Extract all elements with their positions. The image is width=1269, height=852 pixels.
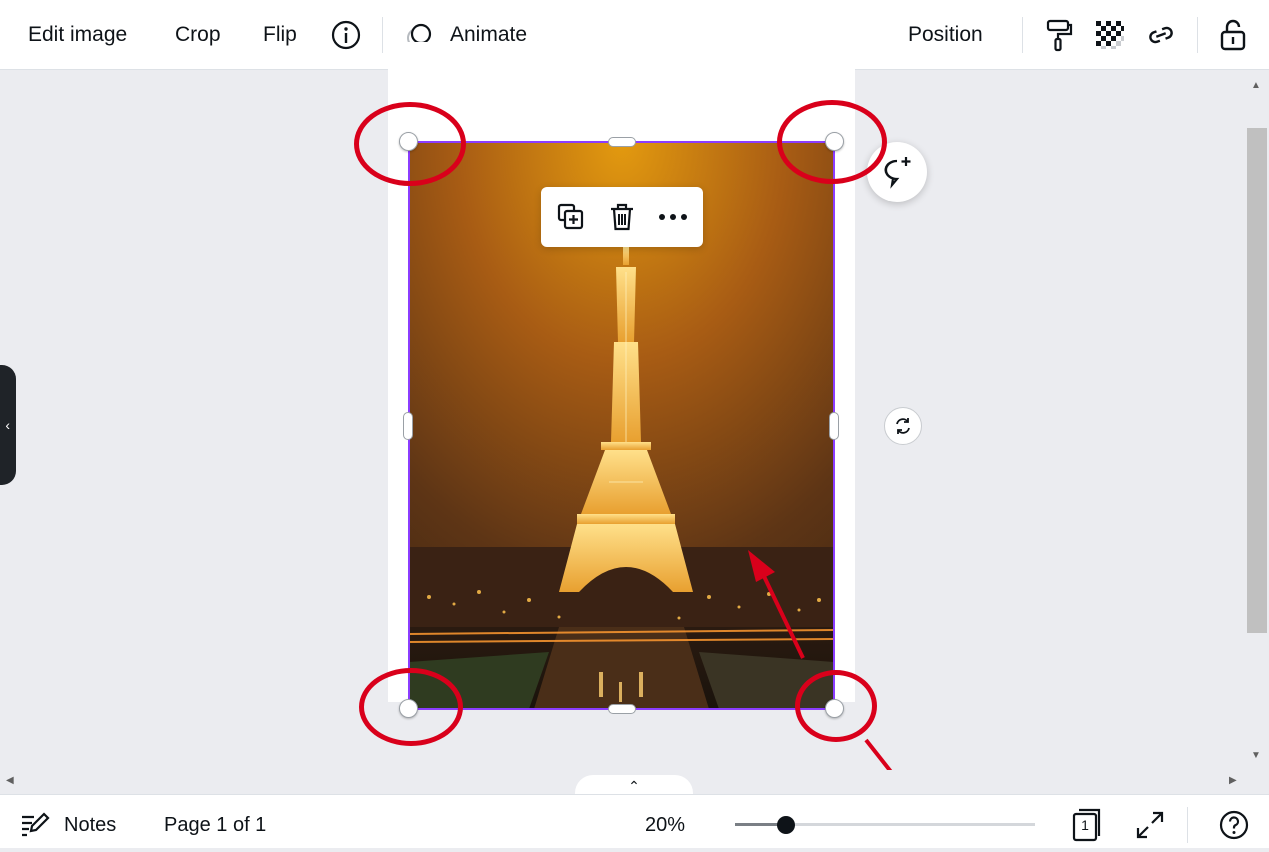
resize-handle-bottom[interactable]	[608, 704, 636, 714]
vertical-scroll-thumb[interactable]	[1247, 128, 1267, 633]
scroll-right-icon[interactable]: ▶	[1229, 775, 1237, 786]
more-icon[interactable]	[653, 197, 693, 237]
rotate-icon[interactable]	[884, 407, 922, 445]
resize-handle-bottom-left[interactable]	[399, 699, 418, 718]
paint-roller-icon[interactable]	[1038, 15, 1078, 55]
scroll-down-icon[interactable]: ▼	[1251, 750, 1261, 761]
edit-image-button[interactable]: Edit image	[28, 0, 127, 70]
notes-icon[interactable]	[20, 811, 50, 839]
resize-handle-bottom-right[interactable]	[825, 699, 844, 718]
flip-button[interactable]: Flip	[263, 0, 297, 70]
toolbar-divider	[1197, 17, 1198, 53]
element-context-menu	[541, 187, 703, 247]
info-icon[interactable]	[326, 15, 366, 55]
chevron-up-icon: ⌃	[628, 777, 640, 794]
fullscreen-icon[interactable]	[1134, 809, 1166, 841]
chevron-left-icon: ‹	[5, 417, 10, 433]
crop-button[interactable]: Crop	[175, 0, 221, 70]
lock-icon[interactable]	[1213, 15, 1253, 55]
side-panel-toggle[interactable]: ‹	[0, 365, 16, 485]
notes-button[interactable]: Notes	[64, 798, 116, 852]
duplicate-icon[interactable]	[551, 197, 591, 237]
help-icon[interactable]	[1218, 809, 1250, 841]
page-count-badge: 1	[1081, 817, 1089, 833]
zoom-level[interactable]: 20%	[645, 798, 685, 852]
resize-handle-top-left[interactable]	[399, 132, 418, 151]
resize-handle-top-right[interactable]	[825, 132, 844, 151]
toolbar-divider	[1022, 17, 1023, 53]
transparency-icon[interactable]	[1090, 15, 1130, 55]
link-icon[interactable]	[1141, 15, 1181, 55]
toolbar-divider	[382, 17, 383, 53]
resize-handle-right[interactable]	[829, 412, 839, 440]
bottom-divider	[1187, 807, 1188, 843]
position-button[interactable]: Position	[908, 0, 983, 70]
page-indicator[interactable]: Page 1 of 1	[164, 798, 266, 852]
scroll-left-icon[interactable]: ◀	[6, 775, 14, 786]
page-grid-icon[interactable]: 1	[1070, 806, 1106, 844]
zoom-slider-knob[interactable]	[777, 816, 795, 834]
trash-icon[interactable]	[602, 197, 642, 237]
add-comment-icon[interactable]	[867, 142, 927, 202]
scroll-up-icon[interactable]: ▲	[1251, 80, 1261, 91]
resize-handle-left[interactable]	[403, 412, 413, 440]
resize-handle-top[interactable]	[608, 137, 636, 147]
